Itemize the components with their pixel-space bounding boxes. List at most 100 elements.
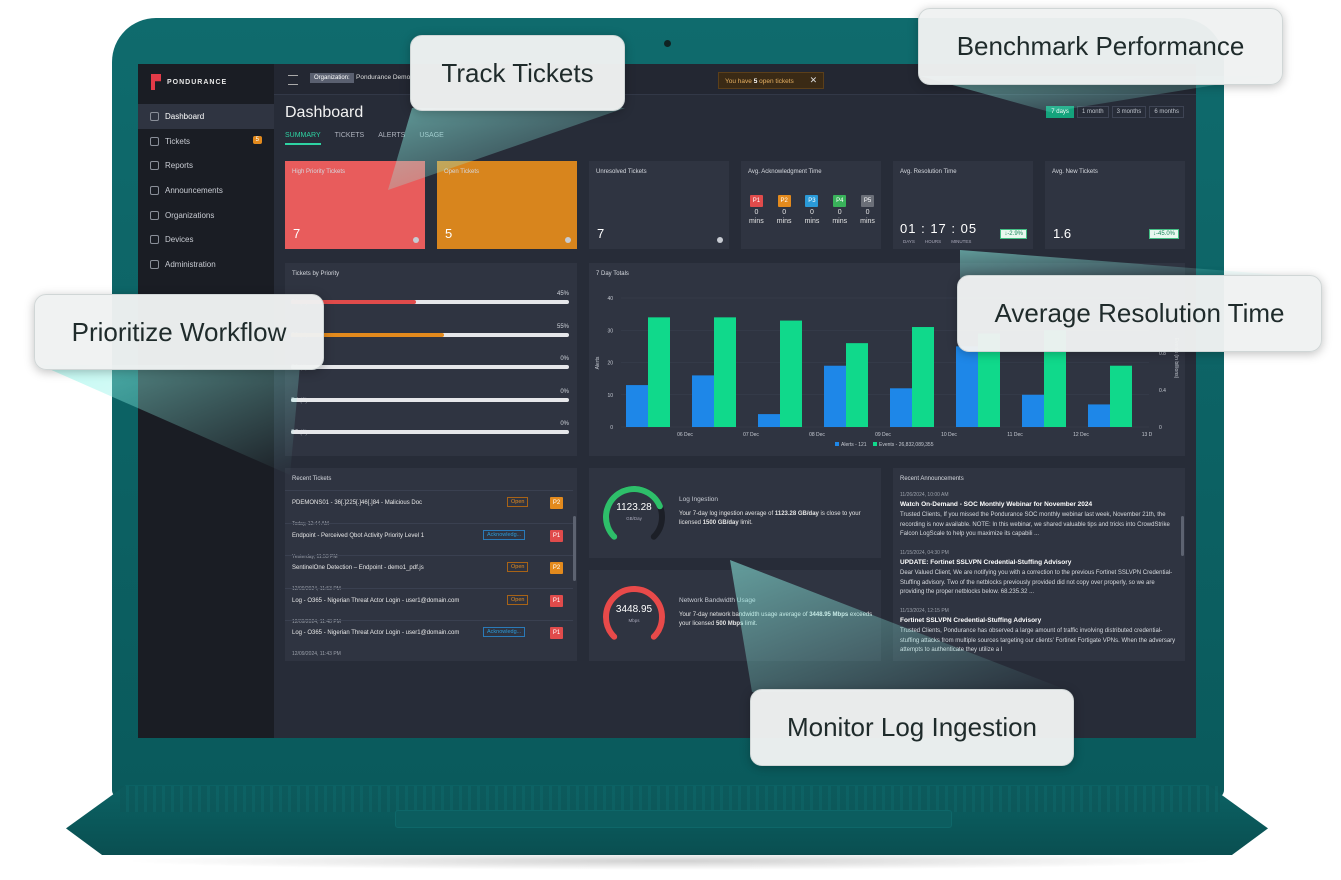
priority-row-p5: P5 (0)0% [291, 421, 569, 439]
ack-value: 0 [810, 209, 814, 216]
gear-icon [150, 259, 159, 269]
megaphone-icon [150, 185, 159, 195]
info-icon[interactable] [565, 237, 571, 243]
tab-alerts[interactable]: ALERTS [378, 132, 405, 145]
gauge-title: Log Ingestion [679, 496, 719, 503]
y-tick-label: 40 [607, 296, 613, 302]
announcement-item[interactable]: 11/15/2024, 04:30 PM UPDATE: Fortinet SSL… [900, 550, 1180, 598]
callout-prioritize-workflow: Prioritize Workflow [34, 294, 324, 370]
announcement-item[interactable]: 11/13/2024, 12:15 PM Fortinet SSLVPN Cred… [900, 608, 1180, 656]
brand-name: PONDURANCE [167, 78, 228, 86]
range-6-months[interactable]: 6 months [1149, 106, 1184, 118]
ack-value: 0 [754, 209, 759, 216]
ack-value: 0 [837, 209, 842, 216]
sidebar-item-devices[interactable]: Devices [138, 227, 274, 252]
ack-value: 0 [865, 209, 870, 216]
ticket-title: Log - O365 - Nigerian Threat Actor Login… [292, 630, 460, 636]
bar-alerts [692, 375, 714, 427]
y2-tick-label: 0.4 [1159, 388, 1166, 394]
card-title: Avg. Resolution Time [900, 169, 957, 175]
org-selector[interactable]: Pondurance Demo [356, 74, 410, 81]
gauge-description: Your 7-day network bandwidth usage avera… [679, 611, 879, 629]
tab-summary[interactable]: SUMMARY [285, 132, 321, 145]
bar-events [912, 327, 934, 427]
tab-tickets[interactable]: TICKETS [335, 132, 365, 145]
bar-alerts [626, 385, 648, 427]
priority-panel: Tickets by Priority P1 (3)45% P2 (4)55% P3… [285, 263, 577, 456]
ticket-row[interactable]: Log - O365 - Nigerian Threat Actor Login… [285, 620, 573, 661]
priority-chip: P1 [749, 195, 763, 207]
scrollbar[interactable] [573, 516, 576, 581]
priority-chip: P4 [833, 195, 847, 207]
ticket-status[interactable]: Acknowledg... [483, 529, 526, 540]
ticket-priority: P1 [550, 594, 563, 607]
hamburger-menu-icon[interactable] [288, 75, 298, 85]
card-title: Avg. Acknowledgment Time [748, 169, 822, 175]
gauge-value: 1123.28 [616, 502, 652, 513]
ticket-status[interactable]: Open [507, 562, 529, 572]
brand-logo[interactable]: PONDURANCE [151, 72, 227, 92]
range-1-month[interactable]: 1 month [1076, 106, 1109, 118]
unit-minutes: MINUTES [951, 239, 972, 244]
card-title: Open Tickets [444, 169, 480, 175]
ack-unit: mins [804, 218, 820, 225]
log-gauge-arc [603, 486, 665, 540]
sidebar-item-reports[interactable]: Reports [138, 153, 274, 178]
range-7-days[interactable]: 7 days [1046, 106, 1074, 118]
building-icon [150, 210, 159, 220]
tab-bar: SUMMARY TICKETS ALERTS USAGE [285, 132, 444, 145]
priority-bar [291, 300, 569, 304]
card-title: Unresolved Tickets [596, 169, 647, 175]
info-icon[interactable] [717, 237, 723, 243]
ack-times: P1 0 mins P2 0 mins P3 0 mins P4 0 mins P5 0 mins [749, 195, 875, 225]
ticket-priority: P1 [550, 627, 563, 639]
sidebar-item-announcements[interactable]: Announcements [138, 178, 274, 203]
bar-events [780, 320, 802, 427]
ack-unit: mins [832, 218, 848, 225]
open-tickets-banner[interactable]: You have 5 open tickets ✕ [718, 72, 825, 89]
priority-bar [291, 397, 569, 402]
ack-unit: mins [860, 218, 875, 225]
card-high-priority[interactable]: High Priority Tickets 7 [285, 161, 425, 249]
announcement-item[interactable]: 11/26/2024, 10:00 AM Watch On-Demand - SO… [900, 492, 1180, 540]
ticket-status[interactable]: Acknowledg... [483, 627, 526, 637]
info-icon[interactable] [413, 237, 419, 243]
card-unresolved[interactable]: Unresolved Tickets 7 [589, 161, 729, 249]
ticket-status[interactable]: Open [507, 594, 529, 605]
dashboard-screen: PONDURANCE Dashboard Tickets 5 Reports Annou… [138, 64, 1196, 738]
legend-label: Events - 26,832,089,355 [879, 442, 934, 448]
sidebar-item-tickets[interactable]: Tickets 5 [138, 129, 274, 154]
page-title: Dashboard [285, 104, 364, 121]
ticket-status[interactable]: Open [507, 497, 529, 507]
panel-title: Recent Tickets [292, 476, 332, 482]
priority-bar [291, 332, 569, 337]
delta-badge: ↓-2.9% [1000, 229, 1027, 239]
sidebar-nav: Dashboard Tickets 5 Reports Announcements Org… [138, 104, 274, 277]
bar-alerts [1088, 404, 1110, 427]
sidebar-item-label: Announcements [165, 185, 223, 195]
text-part: limit. [738, 520, 753, 526]
gauge-unit: GB/Day [626, 516, 642, 521]
announcement-title: Fortinet SSLVPN Credential-Stuffing Advi… [900, 617, 1042, 624]
card-open-tickets[interactable]: Open Tickets 5 [437, 161, 577, 249]
tab-usage[interactable]: USAGE [419, 132, 444, 145]
sidebar-item-organizations[interactable]: Organizations [138, 203, 274, 228]
announcement-body: Trusted Clients, If you missed the Pondu… [900, 512, 1170, 537]
sidebar-item-label: Dashboard [165, 111, 205, 121]
priority-percent: 55% [556, 323, 569, 330]
priority-percent: 0% [560, 421, 569, 427]
panel-title: Recent Announcements [900, 476, 964, 482]
keyboard-grille [120, 786, 1220, 812]
main-content: Dashboard SUMMARY TICKETS ALERTS USAGE 7 da… [274, 94, 1196, 738]
device-icon [150, 235, 159, 245]
ticket-priority: P1 [550, 529, 563, 542]
range-3-months[interactable]: 3 months [1111, 106, 1147, 118]
sidebar-item-dashboard[interactable]: Dashboard [138, 104, 274, 129]
resolution-value: 01 : 17 : 05 [900, 221, 978, 236]
close-icon[interactable]: ✕ [810, 75, 818, 85]
scrollbar[interactable] [1181, 516, 1184, 556]
legend-label: Alerts - 121 [841, 442, 867, 448]
callout-track-tickets: Track Tickets [410, 35, 625, 111]
callout-benchmark-performance: Benchmark Performance [918, 8, 1283, 85]
sidebar-item-administration[interactable]: Administration [138, 252, 274, 277]
